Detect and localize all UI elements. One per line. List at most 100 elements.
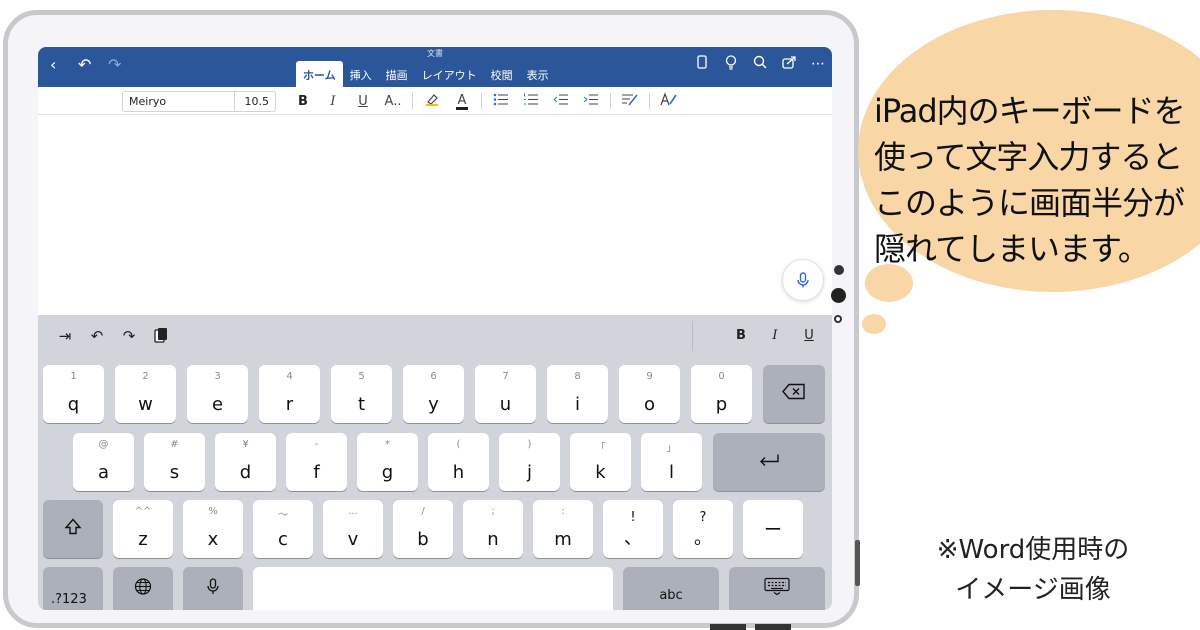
dictation-key[interactable] — [183, 567, 243, 610]
underline-button[interactable]: U — [348, 94, 378, 109]
camera-dot — [834, 315, 842, 323]
document-canvas[interactable] — [38, 116, 832, 315]
key-p[interactable]: 0p — [691, 365, 752, 423]
key-v[interactable]: ... v — [323, 500, 383, 558]
key-m[interactable]: :m — [533, 500, 593, 558]
hide-keyboard-key[interactable] — [729, 567, 825, 610]
undo-icon[interactable]: ↶ — [78, 57, 91, 73]
key-z[interactable]: ^^ z — [113, 500, 173, 558]
key-n[interactable]: ; n — [463, 500, 523, 558]
ipad-volume-button — [710, 624, 746, 630]
key-i[interactable]: 8i — [547, 365, 608, 423]
keyboard-icon — [729, 577, 825, 601]
key-c[interactable]: 〜 c — [253, 500, 313, 558]
globe-icon — [113, 578, 173, 601]
key-o[interactable]: 9o — [619, 365, 680, 423]
format-buttons: B I U A.. A — [288, 90, 684, 112]
tab-review[interactable]: 校閲 — [484, 61, 520, 87]
key-q[interactable]: 1q — [43, 365, 104, 423]
image-note: ※Word使用時の イメージ画像 — [936, 535, 1130, 605]
keyboard-redo-icon[interactable]: ↷ — [120, 327, 138, 347]
font-selector[interactable]: Meiryo 10.5 — [122, 91, 276, 112]
shortcut-divider — [692, 321, 693, 351]
backspace-icon — [763, 383, 825, 405]
tab-home[interactable]: ホーム — [296, 61, 343, 87]
key-long-dash[interactable]: ー — [743, 500, 803, 558]
key-f[interactable]: -f — [286, 433, 347, 491]
font-color-label: A — [455, 92, 469, 110]
key-h[interactable]: (h — [428, 433, 489, 491]
search-icon[interactable] — [752, 55, 768, 75]
phone-view-icon[interactable] — [694, 55, 710, 75]
key-l[interactable]: 」 l — [641, 433, 702, 491]
tab-layout[interactable]: レイアウト — [415, 61, 484, 87]
bubble-caption: iPad内のキーボードを 使って文字入力すると このように画面半分が 隠れてしま… — [874, 92, 1186, 268]
key-r[interactable]: 4r — [259, 365, 320, 423]
keyboard-bold-button[interactable]: B — [732, 328, 750, 343]
key-comma[interactable]: !、 — [603, 500, 663, 558]
key-period[interactable]: ?。 — [673, 500, 733, 558]
camera-dot — [831, 288, 846, 303]
shortcut-format-group: B I U — [732, 328, 818, 343]
key-w[interactable]: 2w — [115, 365, 176, 423]
numbered-list-icon[interactable] — [516, 93, 546, 110]
key-d[interactable]: ¥ d — [215, 433, 276, 491]
key-y[interactable]: 6y — [403, 365, 464, 423]
keyboard-italic-button[interactable]: I — [766, 328, 784, 343]
backspace-key[interactable] — [763, 365, 825, 423]
increase-indent-icon[interactable] — [576, 93, 606, 110]
more-icon[interactable]: ⋯ — [810, 55, 826, 75]
share-icon[interactable] — [781, 55, 797, 75]
tab-insert[interactable]: 挿入 — [343, 61, 379, 87]
key-k[interactable]: 「k — [570, 433, 631, 491]
key-u[interactable]: 7u — [475, 365, 536, 423]
key-j[interactable]: ) j — [499, 433, 560, 491]
styles-icon[interactable] — [615, 92, 645, 110]
highlighter-icon[interactable] — [417, 92, 447, 110]
key-s[interactable]: # s — [144, 433, 205, 491]
ipad-side-button — [855, 540, 860, 586]
redo-icon[interactable]: ↷ — [108, 57, 121, 73]
camera-dot — [834, 265, 844, 275]
ipad-frame: 文書 ‹ ↶ ↷ ホーム 挿入 描画 レイアウト 校閲 表示 ⋯ Meiryo … — [3, 10, 859, 628]
key-g[interactable]: * g — [357, 433, 418, 491]
thought-bubble-tail — [862, 314, 886, 334]
abc-key[interactable]: abc — [623, 567, 719, 610]
back-icon[interactable]: ‹ — [50, 57, 56, 73]
key-t[interactable]: 5t — [331, 365, 392, 423]
lightbulb-icon[interactable] — [723, 55, 739, 75]
text-effects-button[interactable]: A.. — [378, 94, 408, 109]
shift-icon — [43, 518, 103, 541]
tab-draw[interactable]: 描画 — [379, 61, 415, 87]
ipad-volume-button — [755, 624, 791, 630]
decrease-indent-icon[interactable] — [546, 93, 576, 110]
font-name[interactable]: Meiryo — [123, 92, 235, 111]
tab-icon[interactable]: ⇥ — [56, 327, 74, 347]
dictate-button[interactable] — [782, 259, 824, 301]
ipad-screen: 文書 ‹ ↶ ↷ ホーム 挿入 描画 レイアウト 校閲 表示 ⋯ Meiryo … — [38, 47, 832, 610]
toolbar-divider — [610, 93, 611, 109]
keyboard-undo-icon[interactable]: ↶ — [88, 327, 106, 347]
font-size[interactable]: 10.5 — [235, 92, 275, 111]
font-color-button[interactable]: A — [447, 93, 477, 110]
word-ribbon: 文書 ‹ ↶ ↷ ホーム 挿入 描画 レイアウト 校閲 表示 ⋯ — [38, 47, 832, 87]
italic-button[interactable]: I — [318, 94, 348, 109]
return-key[interactable] — [713, 433, 825, 491]
bullet-list-icon[interactable] — [486, 93, 516, 110]
numbers-key[interactable]: .?123 — [43, 567, 103, 610]
paste-icon[interactable] — [152, 327, 170, 347]
return-icon — [713, 452, 825, 473]
shift-key[interactable] — [43, 500, 103, 558]
keyboard-underline-button[interactable]: U — [800, 328, 818, 343]
key-e[interactable]: 3e — [187, 365, 248, 423]
tab-view[interactable]: 表示 — [520, 61, 556, 87]
format-toolbar: Meiryo 10.5 B I U A.. A — [38, 87, 832, 115]
software-keyboard: ⇥ ↶ ↷ B I U 1q 2w 3e 4r 5t 6 y 7 u 8 i 9… — [38, 315, 832, 610]
globe-key[interactable] — [113, 567, 173, 610]
key-b[interactable]: / b — [393, 500, 453, 558]
bold-button[interactable]: B — [288, 94, 318, 109]
space-key[interactable] — [253, 567, 613, 610]
key-a[interactable]: @ a — [73, 433, 134, 491]
key-x[interactable]: % x — [183, 500, 243, 558]
format-painter-icon[interactable] — [654, 92, 684, 110]
